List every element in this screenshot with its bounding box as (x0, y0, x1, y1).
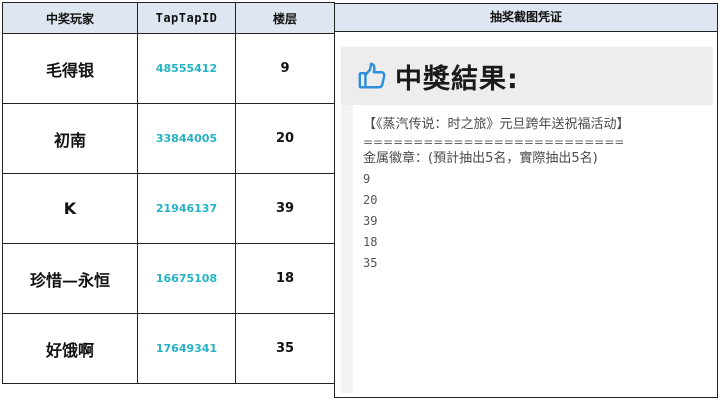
table-row: K 21946137 39 (2, 173, 335, 244)
taptap-id-cell[interactable]: 16675108 (137, 243, 236, 314)
floor-cell[interactable]: 9 (235, 33, 335, 104)
header-taptap-id[interactable]: TapTapID (137, 2, 236, 34)
floor-cell[interactable]: 39 (235, 173, 335, 244)
table-row: 毛得银 48555412 9 (2, 33, 335, 104)
taptap-id-cell[interactable]: 21946137 (137, 173, 236, 244)
result-title: 中獎結果: (395, 63, 519, 95)
medal-prize-line: 金属徽章：(預計抽出5名，實際抽出5名) (363, 151, 598, 166)
taptap-id-cell[interactable]: 33844005 (137, 103, 236, 174)
floor-cell[interactable]: 18 (235, 243, 335, 314)
floor-cell[interactable]: 35 (235, 313, 335, 384)
separator-line: ============================== (363, 135, 623, 149)
draw-result-screenshot: 中獎結果: 【《蒸汽传说：时之旅》元旦跨年送祝福活动】 ============… (341, 47, 713, 393)
table-row: 初南 33844005 20 (2, 103, 335, 174)
proof-column: 抽奖截图凭证 中獎結果: 【《蒸汽传说：时之旅》元旦跨年送祝福活动】 =====… (334, 3, 718, 398)
winner-name-cell[interactable]: 初南 (2, 103, 138, 174)
proof-header[interactable]: 抽奖截图凭证 (335, 3, 717, 32)
winners-table: 中奖玩家 TapTapID 楼层 毛得银 48555412 9 初南 33844… (2, 2, 335, 384)
winner-name-cell[interactable]: K (2, 173, 138, 244)
list-item: 9 (363, 172, 371, 186)
thumbs-up-icon (358, 62, 386, 89)
result-body: 【《蒸汽传说：时之旅》元旦跨年送祝福活动】 ==================… (353, 105, 713, 393)
header-winner[interactable]: 中奖玩家 (2, 2, 138, 34)
table-header-row: 中奖玩家 TapTapID 楼层 (2, 2, 335, 34)
event-name: 【《蒸汽传说：时之旅》元旦跨年送祝福活动】 (363, 117, 630, 132)
list-item: 35 (363, 256, 378, 270)
result-header: 中獎結果: (341, 47, 713, 105)
winner-name-cell[interactable]: 好饿啊 (2, 313, 138, 384)
taptap-id-cell[interactable]: 48555412 (137, 33, 236, 104)
list-item: 39 (363, 214, 378, 228)
winner-name-cell[interactable]: 珍惜—永恒 (2, 243, 138, 314)
table-row: 好饿啊 17649341 35 (2, 313, 335, 384)
table-row: 珍惜—永恒 16675108 18 (2, 243, 335, 314)
list-item: 20 (363, 193, 378, 207)
floor-cell[interactable]: 20 (235, 103, 335, 174)
winning-floor-list: 9 20 39 18 35 (363, 169, 713, 274)
list-item: 18 (363, 235, 378, 249)
taptap-id-cell[interactable]: 17649341 (137, 313, 236, 384)
spreadsheet: 中奖玩家 TapTapID 楼层 毛得银 48555412 9 初南 33844… (0, 0, 720, 400)
header-floor[interactable]: 楼层 (235, 2, 335, 34)
winner-name-cell[interactable]: 毛得银 (2, 33, 138, 104)
